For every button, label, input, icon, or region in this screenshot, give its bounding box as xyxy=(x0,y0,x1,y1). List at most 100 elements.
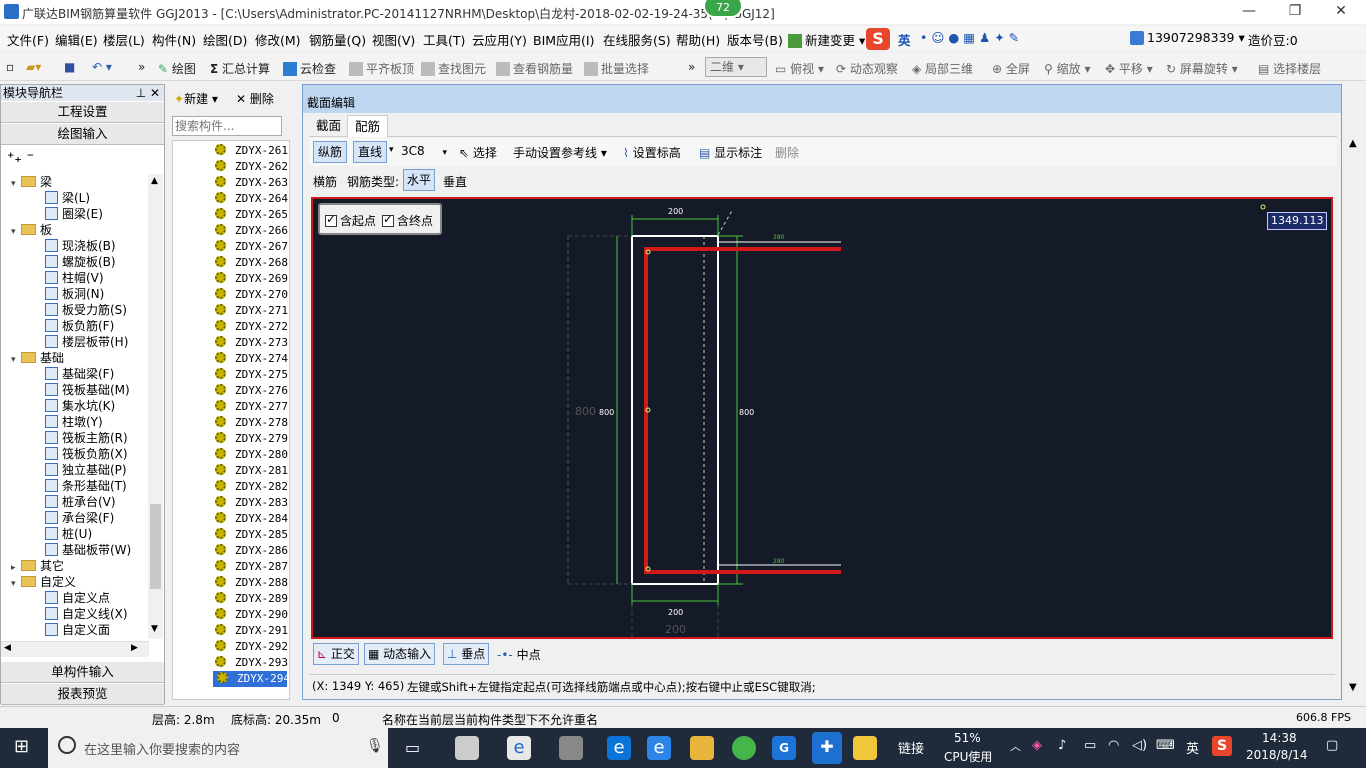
component-list-item[interactable]: ZDYX-275 xyxy=(173,367,288,383)
tree-folder[interactable]: ▾ 梁 xyxy=(11,174,52,190)
scroll-down-icon[interactable]: ▼ xyxy=(151,624,158,634)
project-settings-button[interactable]: 工程设置 xyxy=(1,102,164,123)
component-list-item[interactable]: ZDYX-279 xyxy=(173,431,288,447)
tree-item[interactable]: 承台梁(F) xyxy=(45,510,114,526)
windows-start-icon[interactable]: ⊞ xyxy=(14,736,29,757)
component-list-item[interactable]: ZDYX-277 xyxy=(173,399,288,415)
component-list-item[interactable]: ZDYX-290 xyxy=(173,607,288,623)
tree-item[interactable]: 基础板带(W) xyxy=(45,542,131,558)
tree-item[interactable]: 自定义线(X) xyxy=(45,606,128,622)
tree-item[interactable]: 楼层板带(H) xyxy=(45,334,128,350)
report-preview-button[interactable]: 报表预览 xyxy=(1,684,164,705)
360-browser-icon[interactable] xyxy=(559,736,583,760)
tree-item[interactable]: 基础梁(F) xyxy=(45,366,114,382)
component-list-item[interactable]: ZDYX-264 xyxy=(173,191,288,207)
close-button[interactable]: ✕ xyxy=(1318,0,1364,24)
menu-component[interactable]: 构件(N) xyxy=(152,30,196,49)
nav-tree-hscrollbar[interactable]: ◀ ▶ xyxy=(1,641,149,657)
tree-item[interactable]: 板负筋(F) xyxy=(45,318,114,334)
drawing-canvas[interactable]: 含起点 含终点 1349.113 800 800 800 xyxy=(311,197,1333,639)
perpendicular-button[interactable]: ⊥ 垂点 xyxy=(443,643,490,665)
collapse-icon[interactable]: ▾ xyxy=(11,224,21,240)
tree-folder[interactable]: ▾ 板 xyxy=(11,222,52,238)
restore-button[interactable]: ❐ xyxy=(1272,0,1318,24)
ime-mode-indicator[interactable]: 英 xyxy=(898,30,911,49)
menu-draw[interactable]: 绘图(D) xyxy=(203,30,247,49)
tree-item[interactable]: 梁(L) xyxy=(45,190,90,206)
menu-edit[interactable]: 编辑(E) xyxy=(55,30,98,49)
component-list-item[interactable]: ZDYX-270 xyxy=(173,287,288,303)
tree-item[interactable]: 板受力筋(S) xyxy=(45,302,127,318)
component-list-item[interactable]: ZDYX-283 xyxy=(173,495,288,511)
rebar-spec-select[interactable]: 3C8 ▾ xyxy=(401,144,447,158)
link-toolbar[interactable]: 链接 xyxy=(898,738,924,757)
longitudinal-button[interactable]: 纵筋 xyxy=(313,141,348,163)
component-list-item[interactable]: ZDYX-287 xyxy=(173,559,288,575)
line-mode-button[interactable]: 直线 xyxy=(353,141,388,163)
volume-icon[interactable]: ◁) xyxy=(1132,738,1147,753)
dynamic-input-button[interactable]: ▦ 动态输入 xyxy=(364,643,436,665)
ie-browser-icon[interactable]: e xyxy=(507,736,531,760)
sogou-tray-icon[interactable]: S xyxy=(1212,736,1232,756)
menu-modify[interactable]: 修改(M) xyxy=(255,30,301,49)
clock-time[interactable]: 14:38 xyxy=(1262,731,1297,745)
main-vscrollbar[interactable]: ▲ ▼ xyxy=(1345,130,1363,704)
new-file-icon[interactable]: ▫ xyxy=(6,60,14,74)
scroll-down-icon[interactable]: ▼ xyxy=(1349,682,1357,693)
component-list-item[interactable]: ZDYX-272 xyxy=(173,319,288,335)
menu-cloud[interactable]: 云应用(Y) xyxy=(472,30,527,49)
file-explorer-icon[interactable] xyxy=(690,736,714,760)
menu-bim[interactable]: BIM应用(I) xyxy=(533,30,595,49)
midpoint-button[interactable]: -•- 中点 xyxy=(497,646,541,663)
component-list-item[interactable]: ZDYX-265 xyxy=(173,207,288,223)
tree-item[interactable]: 自定义面 xyxy=(45,622,110,638)
tree-item[interactable]: 板洞(N) xyxy=(45,286,104,302)
delete-component-button[interactable]: ✕ 删除 xyxy=(236,90,274,107)
edge-browser-icon[interactable]: e xyxy=(607,736,631,760)
microphone-icon[interactable]: 🎙 xyxy=(366,738,384,754)
component-list-item[interactable]: ZDYX-269 xyxy=(173,271,288,287)
component-list-item[interactable]: ZDYX-281 xyxy=(173,463,288,479)
action-center-icon[interactable]: ▢ xyxy=(1326,738,1338,753)
minimize-button[interactable]: — xyxy=(1226,0,1272,24)
new-change-button[interactable]: 新建变更 ▾ xyxy=(788,30,865,49)
view-mode-select[interactable]: 二维 ▾ xyxy=(705,57,767,77)
component-list-item[interactable]: ZDYX-291 xyxy=(173,623,288,639)
sogou-ime-icon[interactable]: S xyxy=(866,28,890,50)
component-list-item[interactable]: ZDYX-286 xyxy=(173,543,288,559)
toolbar-overflow-icon[interactable]: » xyxy=(138,60,145,74)
rotate-button[interactable]: ↻ 屏幕旋转 ▾ xyxy=(1166,60,1238,77)
battery-icon[interactable]: ▭ xyxy=(1084,738,1096,753)
tree-item[interactable]: 螺旋板(B) xyxy=(45,254,116,270)
component-list-item[interactable]: ZDYX-288 xyxy=(173,575,288,591)
tree-item[interactable]: 柱墩(Y) xyxy=(45,414,103,430)
ime-toolbar-icons[interactable]: • ☺ ● ▦ ♟ ✦ ✎ xyxy=(920,30,1019,45)
component-search-input[interactable] xyxy=(172,116,282,136)
ie11-icon[interactable]: e xyxy=(647,736,671,760)
tree-item[interactable]: 桩(U) xyxy=(45,526,92,542)
tray-overflow-icon[interactable]: ︿ xyxy=(1010,738,1021,754)
select-floor-button[interactable]: ▤ 选择楼层 xyxy=(1258,60,1321,77)
taskbar-ime-indicator[interactable]: 英 xyxy=(1186,738,1199,757)
taskbar-search-box[interactable]: 在这里输入你要搜索的内容 🎙 xyxy=(48,728,388,768)
component-list-item[interactable]: ZDYX-293 xyxy=(173,655,288,671)
tree-item[interactable]: 自定义点 xyxy=(45,590,110,606)
tree-folder[interactable]: ▾ 自定义 xyxy=(11,574,76,590)
scroll-up-icon[interactable]: ▲ xyxy=(151,176,158,186)
user-account[interactable]: 13907298339 ▾ xyxy=(1130,30,1245,45)
cloud-check-button[interactable]: 云检查 xyxy=(283,60,336,77)
tray-app-icon[interactable]: ◈ xyxy=(1032,738,1042,753)
find-elem-button[interactable]: 查找图元 xyxy=(421,60,486,77)
zoom-button[interactable]: ⚲ 缩放 ▾ xyxy=(1044,60,1090,77)
dynamic-view-button[interactable]: ⟳ 动态观察 xyxy=(836,60,898,77)
scroll-up-icon[interactable]: ▲ xyxy=(1349,138,1357,149)
line-mode-dropdown-icon[interactable]: ▾ xyxy=(389,145,394,155)
scroll-thumb[interactable] xyxy=(150,504,161,589)
collapse-icon[interactable]: ▾ xyxy=(11,576,21,592)
fullscreen-button[interactable]: ⊕ 全屏 xyxy=(992,60,1030,77)
select-button[interactable]: ⇖ 选择 xyxy=(459,144,497,161)
component-list-item[interactable]: ZDYX-289 xyxy=(173,591,288,607)
pan-button[interactable]: ✥ 平移 ▾ xyxy=(1105,60,1153,77)
draw-input-button[interactable]: 绘图输入 xyxy=(1,124,164,145)
component-list-item[interactable]: ZDYX-274 xyxy=(173,351,288,367)
